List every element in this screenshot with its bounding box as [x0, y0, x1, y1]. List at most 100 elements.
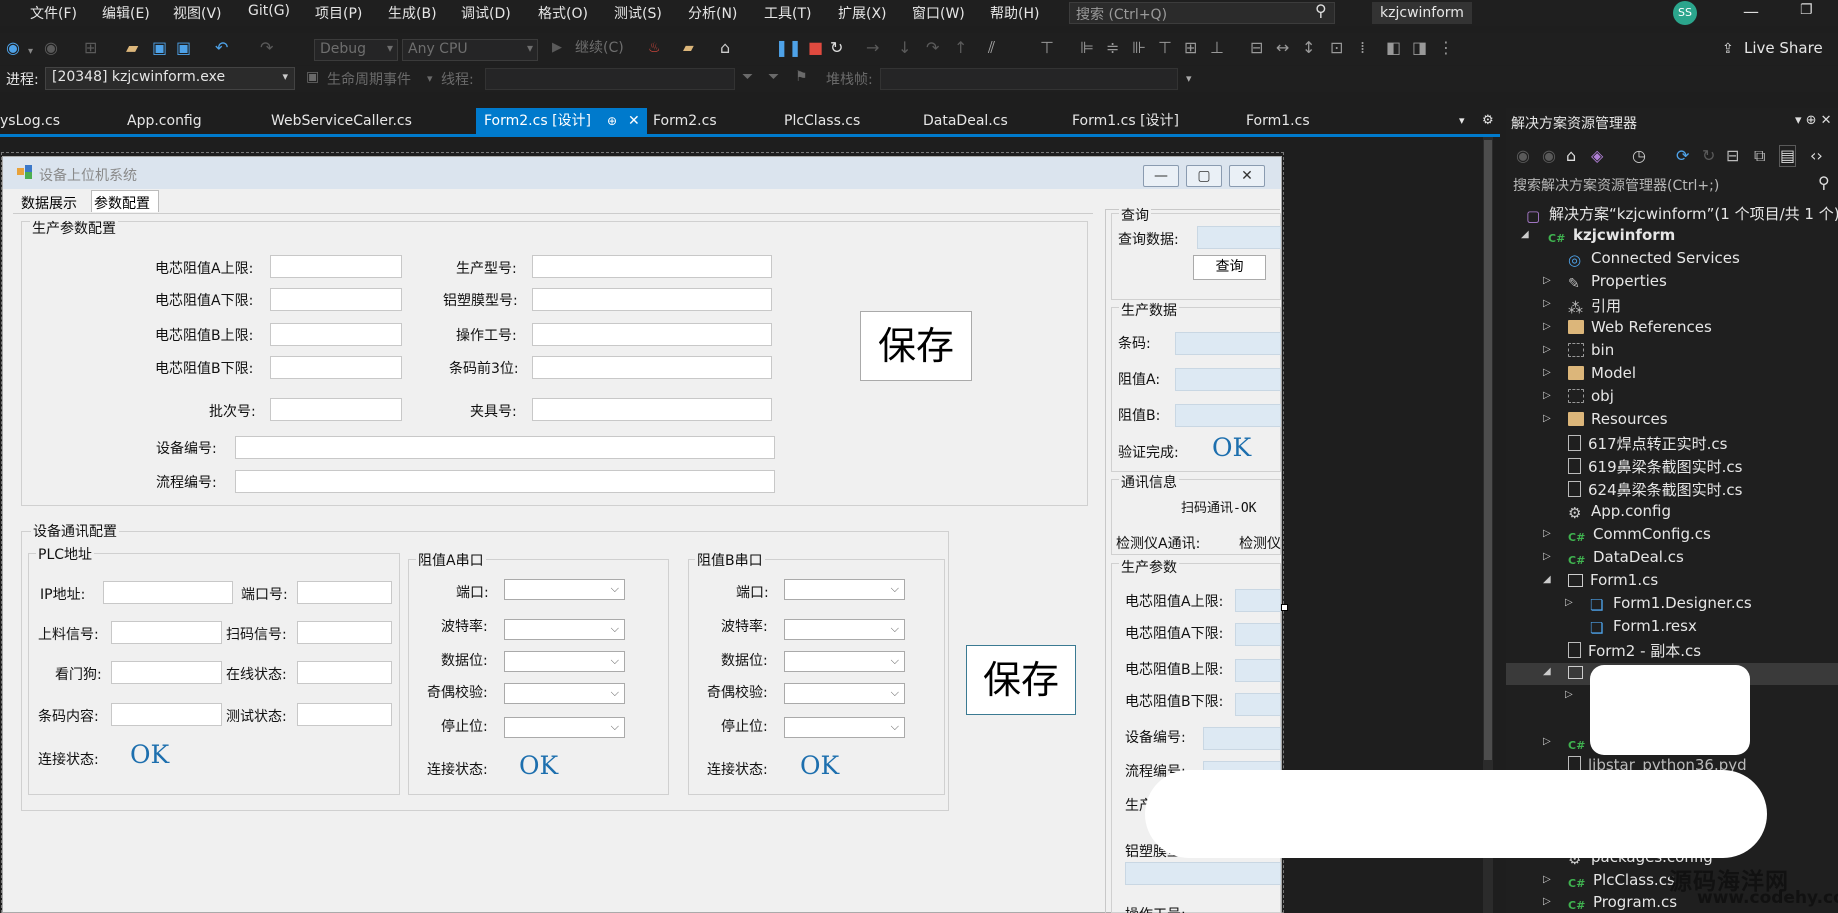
barcode-content-input[interactable]: [111, 703, 222, 726]
undo-icon[interactable]: ↶: [215, 38, 228, 58]
menu-analyze[interactable]: 分析(N): [688, 3, 737, 23]
send-back-icon[interactable]: ◨: [1412, 38, 1427, 58]
serial-b-databits-select[interactable]: ⌵: [784, 651, 905, 672]
stop-icon[interactable]: ■: [808, 38, 823, 58]
tree-form1[interactable]: ◢ Form1.cs: [1543, 571, 1658, 589]
step-over-icon[interactable]: ↷: [926, 38, 939, 58]
stack-frame-combo[interactable]: [880, 68, 1178, 90]
menu-project[interactable]: 项目(P): [315, 3, 362, 23]
refresh-icon[interactable]: ↻: [1702, 146, 1715, 166]
query-button[interactable]: 查询: [1193, 255, 1266, 280]
ip-input[interactable]: [103, 581, 233, 604]
spacing-icon[interactable]: ⁞: [1360, 38, 1365, 58]
forward-icon[interactable]: ◉: [1542, 146, 1556, 166]
menu-edit[interactable]: 编辑(E): [102, 3, 150, 23]
tree-plcclass[interactable]: ▷ C# PlcClass.cs: [1543, 871, 1675, 891]
tab-form2-cs[interactable]: Form2.cs: [653, 108, 717, 135]
show-all-icon[interactable]: ⧉: [1754, 146, 1765, 166]
save-params-button[interactable]: 保存: [860, 311, 972, 381]
right-barcode-input[interactable]: [1175, 332, 1281, 355]
continue-button[interactable]: 继续(C): [575, 38, 624, 58]
redo-icon[interactable]: ↷: [260, 38, 273, 58]
tree-file-619[interactable]: 619鼻梁条截图实时.cs: [1568, 456, 1742, 477]
avatar[interactable]: SS: [1673, 1, 1697, 25]
tab-webservicecaller[interactable]: WebServiceCaller.cs: [271, 108, 412, 135]
res-b-upper-input[interactable]: [270, 323, 402, 346]
save-comm-button[interactable]: 保存: [966, 645, 1076, 715]
menu-file[interactable]: 文件(F): [30, 3, 77, 23]
right-res-a-input[interactable]: [1175, 368, 1281, 391]
bring-front-icon[interactable]: ◧: [1386, 38, 1401, 58]
step-into-icon[interactable]: ↓: [898, 38, 911, 58]
tree-file-617[interactable]: 617焊点转正实时.cs: [1568, 433, 1727, 454]
tree-connected-services[interactable]: ◎ Connected Services: [1568, 249, 1740, 269]
tab-list-icon[interactable]: ▾: [1459, 108, 1465, 135]
app-icon[interactable]: ⌂: [720, 38, 730, 58]
height-icon[interactable]: ↕: [1302, 38, 1315, 58]
tree-file-624[interactable]: 624鼻梁条截图实时.cs: [1568, 479, 1742, 500]
panel-pin-close-icons[interactable]: ▾ ⊕ ✕: [1795, 113, 1832, 128]
pending-changes-icon[interactable]: ◷: [1632, 146, 1646, 166]
serial-a-parity-select[interactable]: ⌵: [504, 683, 625, 704]
flow-no-input[interactable]: [235, 470, 775, 493]
device-no-input[interactable]: [235, 436, 775, 459]
menu-view[interactable]: 视图(V): [173, 3, 222, 23]
solution-search-input[interactable]: 搜索解决方案资源管理器(Ctrl+;): [1508, 172, 1838, 196]
form-window[interactable]: 设备上位机系统 — ▢ ✕ 数据展示 参数配置 生产参数配置 电芯阻值A上限: …: [2, 156, 1282, 913]
tree-form2[interactable]: ◢: [1543, 663, 1590, 681]
menu-tools[interactable]: 工具(T): [764, 3, 811, 23]
save-icon[interactable]: ▣: [152, 38, 167, 58]
test-status-input[interactable]: [297, 703, 392, 726]
filter-threads-icon[interactable]: ⏷: [768, 69, 779, 85]
tree-csharp-collapsed[interactable]: ▷ C#: [1543, 733, 1593, 753]
align-bottom-icon[interactable]: ⊥: [1210, 38, 1224, 58]
tree-properties[interactable]: ▷ ✎ Properties: [1543, 272, 1667, 292]
scan-signal-input[interactable]: [297, 621, 392, 644]
tree-references[interactable]: ▷ ⁂ 引用: [1543, 295, 1621, 317]
tree-form2-copy[interactable]: Form2 - 副本.cs: [1568, 640, 1701, 661]
tab-datadeal[interactable]: DataDeal.cs: [923, 108, 1008, 135]
right-res-b-input[interactable]: [1175, 404, 1281, 427]
tree-resources[interactable]: ▷ Resources: [1543, 410, 1668, 428]
menu-window[interactable]: 窗口(W): [912, 3, 965, 23]
align-right-icon[interactable]: ⊪: [1132, 38, 1146, 58]
serial-a-databits-select[interactable]: ⌵: [504, 651, 625, 672]
tab-syslog[interactable]: ysLog.cs: [0, 108, 60, 135]
step-next-icon[interactable]: →: [866, 38, 879, 58]
chevron-down-icon[interactable]: ▾: [28, 42, 33, 62]
collapse-icon[interactable]: ⊟: [1726, 146, 1739, 166]
tree-app-config[interactable]: ⚙ App.config: [1568, 502, 1671, 522]
close-icon[interactable]: ✕: [628, 108, 640, 134]
rp-res-a-upper-input[interactable]: [1235, 589, 1281, 612]
menu-format[interactable]: 格式(O): [538, 3, 588, 23]
rp-res-a-lower-input[interactable]: [1235, 623, 1281, 646]
tree-web-references[interactable]: ▷ Web References: [1543, 318, 1712, 336]
new-project-icon[interactable]: ⊞: [84, 38, 97, 58]
properties-icon[interactable]: ▤: [1778, 145, 1797, 167]
pin-icon[interactable]: ⊕: [607, 108, 617, 134]
rp-res-b-lower-input[interactable]: [1235, 693, 1281, 716]
port-input[interactable]: [297, 581, 392, 604]
serial-b-baud-select[interactable]: ⌵: [784, 619, 905, 640]
tree-program[interactable]: ▷ C# Program.cs: [1543, 893, 1677, 913]
menu-test[interactable]: 测试(S): [614, 3, 662, 23]
tree-commconfig[interactable]: ▷ C# CommConfig.cs: [1543, 525, 1711, 545]
home-icon[interactable]: ⌂: [1566, 146, 1576, 166]
back-icon[interactable]: ◉: [1516, 146, 1530, 166]
form-close-button[interactable]: ✕: [1229, 165, 1265, 187]
tab-form1-cs[interactable]: Form1.cs: [1246, 108, 1310, 135]
feed-signal-input[interactable]: [111, 621, 222, 644]
rp-device-no-input[interactable]: [1203, 727, 1281, 750]
browse-icon[interactable]: ▰: [683, 38, 694, 58]
rp-film-model-input[interactable]: [1125, 862, 1281, 885]
step-out-icon[interactable]: ↑: [954, 38, 967, 58]
serial-b-port-select[interactable]: ⌵: [784, 579, 905, 600]
align-center-icon[interactable]: ≑: [1106, 38, 1119, 58]
tree-model[interactable]: ▷ Model: [1543, 364, 1636, 382]
menu-help[interactable]: 帮助(H): [990, 3, 1039, 23]
tree-form1-designer[interactable]: ▷ ❏ Form1.Designer.cs: [1565, 594, 1752, 614]
lifecycle-events-button[interactable]: 生命周期事件: [327, 69, 411, 89]
tab-order-icon[interactable]: ⋮: [1438, 38, 1454, 58]
width-icon[interactable]: ↔: [1276, 38, 1289, 58]
tree-datadeal[interactable]: ▷ C# DataDeal.cs: [1543, 548, 1684, 568]
